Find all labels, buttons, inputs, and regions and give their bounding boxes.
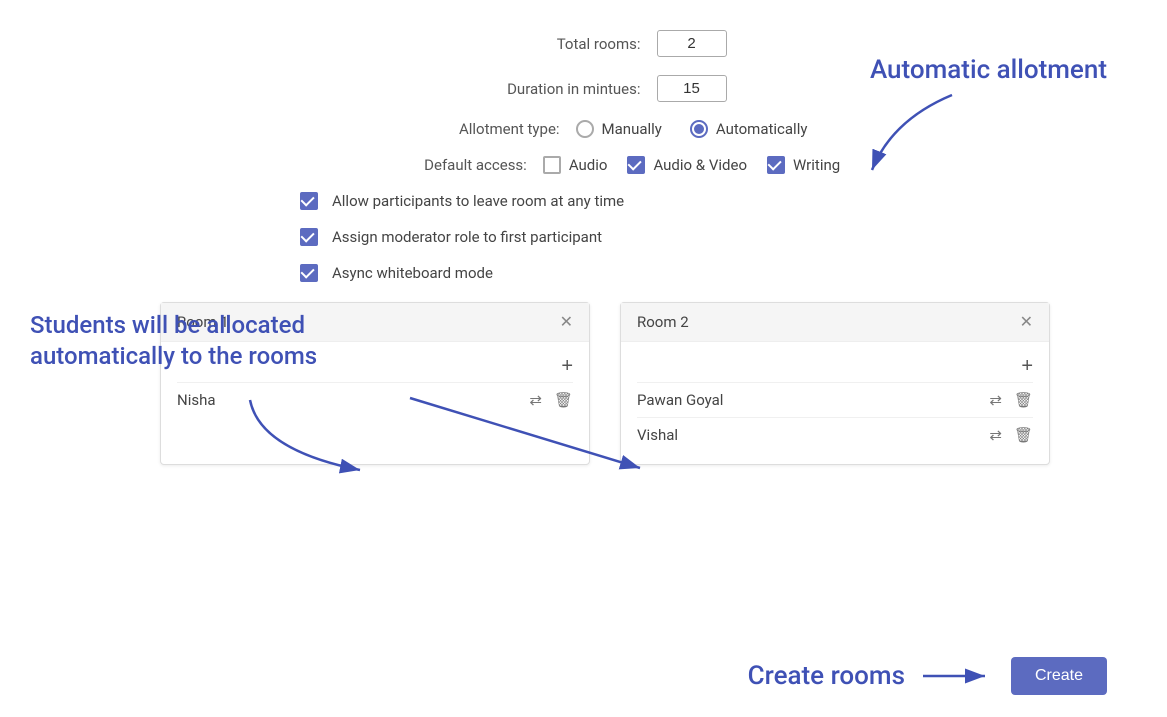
- bottom-section: Create rooms Create: [748, 657, 1107, 695]
- radio-manually[interactable]: Manually: [576, 120, 662, 138]
- allotment-label: Allotment type:: [360, 120, 560, 138]
- room-2-move-icon-pawan[interactable]: ⇄: [989, 391, 1002, 409]
- total-rooms-input[interactable]: [657, 30, 727, 57]
- room-1-close-button[interactable]: ✕: [560, 314, 573, 330]
- rooms-section: Room 1 ✕ + Nisha ⇄ 🗑 Room 2 ✕: [160, 302, 1107, 465]
- duration-label: Duration in mintues:: [441, 80, 641, 98]
- checkbox-box-moderator: [300, 228, 318, 246]
- room-1-participant-nisha: Nisha ⇄ 🗑: [177, 382, 573, 417]
- checkbox-writing[interactable]: Writing: [767, 156, 840, 174]
- room-1-header: Room 1 ✕: [161, 303, 589, 342]
- room-2-participant-name-pawan: Pawan Goyal: [637, 391, 723, 409]
- room-1-add-row: +: [177, 350, 573, 382]
- access-checkbox-group: Audio Audio & Video Writing: [543, 156, 840, 174]
- main-container: Total rooms: Duration in mintues: Allotm…: [0, 0, 1167, 717]
- checkbox-label-audio-video: Audio & Video: [653, 156, 747, 174]
- checkbox-label-moderator: Assign moderator role to first participa…: [332, 228, 602, 246]
- checkbox-box-leave: [300, 192, 318, 210]
- room-2-participant-pawan: Pawan Goyal ⇄ 🗑: [637, 382, 1033, 417]
- room-2-delete-icon-vishal[interactable]: 🗑: [1014, 426, 1033, 444]
- radio-automatically[interactable]: Automatically: [690, 120, 808, 138]
- extra-option-moderator[interactable]: Assign moderator role to first participa…: [300, 228, 602, 246]
- room-1-title: Room 1: [177, 313, 229, 331]
- room-2-participant-actions-vishal: ⇄ 🗑: [989, 426, 1033, 444]
- create-button[interactable]: Create: [1011, 657, 1107, 695]
- room-2-participant-vishal: Vishal ⇄ 🗑: [637, 417, 1033, 452]
- room-1-add-button[interactable]: +: [561, 356, 573, 376]
- room-1-participant-name-nisha: Nisha: [177, 391, 216, 409]
- form-section: Total rooms: Duration in mintues: Allotm…: [60, 30, 1107, 282]
- total-rooms-row: Total rooms:: [441, 30, 727, 57]
- checkbox-box-audio-video: [627, 156, 645, 174]
- create-arrow: [923, 668, 993, 684]
- total-rooms-label: Total rooms:: [441, 35, 641, 53]
- room-2-add-button[interactable]: +: [1021, 356, 1033, 376]
- checkbox-box-async: [300, 264, 318, 282]
- checkbox-label-writing: Writing: [793, 156, 840, 174]
- room-2-header: Room 2 ✕: [621, 303, 1049, 342]
- duration-input[interactable]: [657, 75, 727, 102]
- room-2-participant-name-vishal: Vishal: [637, 426, 678, 444]
- allotment-radio-group: Manually Automatically: [576, 120, 808, 138]
- checkbox-box-audio: [543, 156, 561, 174]
- room-1-body: + Nisha ⇄ 🗑: [161, 342, 589, 429]
- default-access-label: Default access:: [327, 156, 527, 174]
- room-2-title: Room 2: [637, 313, 689, 331]
- checkbox-label-async: Async whiteboard mode: [332, 264, 493, 282]
- checkbox-label-leave: Allow participants to leave room at any …: [332, 192, 624, 210]
- create-rooms-label: Create rooms: [748, 661, 905, 691]
- room-2-body: + Pawan Goyal ⇄ 🗑 Vishal ⇄ 🗑: [621, 342, 1049, 464]
- checkbox-box-writing: [767, 156, 785, 174]
- checkbox-label-audio: Audio: [569, 156, 608, 174]
- room-2-delete-icon-pawan[interactable]: 🗑: [1014, 391, 1033, 409]
- extra-option-async[interactable]: Async whiteboard mode: [300, 264, 493, 282]
- radio-dot-automatically: [694, 124, 704, 134]
- room-1-participant-actions-nisha: ⇄ 🗑: [529, 391, 573, 409]
- checkbox-audio-video[interactable]: Audio & Video: [627, 156, 747, 174]
- room-1-move-icon-nisha[interactable]: ⇄: [529, 391, 542, 409]
- room-1-delete-icon-nisha[interactable]: 🗑: [554, 391, 573, 409]
- radio-circle-manually: [576, 120, 594, 138]
- allotment-row: Allotment type: Manually Automatically: [360, 120, 808, 138]
- create-arrow-svg: [923, 668, 993, 684]
- duration-row: Duration in mintues:: [441, 75, 727, 102]
- room-2-move-icon-vishal[interactable]: ⇄: [989, 426, 1002, 444]
- checkbox-audio[interactable]: Audio: [543, 156, 608, 174]
- radio-label-automatically: Automatically: [716, 120, 808, 138]
- room-card-1: Room 1 ✕ + Nisha ⇄ 🗑: [160, 302, 590, 465]
- default-access-row: Default access: Audio Audio & Video Writ…: [327, 156, 840, 174]
- radio-circle-automatically: [690, 120, 708, 138]
- radio-label-manually: Manually: [602, 120, 662, 138]
- room-card-2: Room 2 ✕ + Pawan Goyal ⇄ 🗑 Vishal: [620, 302, 1050, 465]
- room-2-close-button[interactable]: ✕: [1020, 314, 1033, 330]
- room-2-participant-actions-pawan: ⇄ 🗑: [989, 391, 1033, 409]
- room-2-add-row: +: [637, 350, 1033, 382]
- extra-option-leave[interactable]: Allow participants to leave room at any …: [300, 192, 624, 210]
